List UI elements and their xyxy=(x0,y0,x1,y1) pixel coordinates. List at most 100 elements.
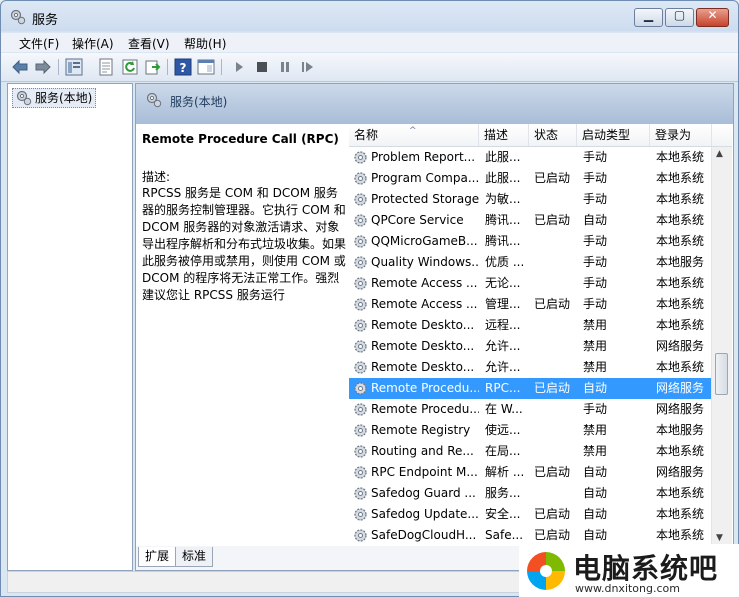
cell-logon: 网络服务 xyxy=(656,339,705,353)
column-header-description[interactable]: 描述 xyxy=(479,124,529,146)
table-row[interactable]: Remote Deskto... 允许... 禁用 本地系统 xyxy=(349,357,711,378)
pause-service-icon[interactable] xyxy=(276,58,294,76)
minimize-icon: ▁ xyxy=(643,8,654,22)
table-row[interactable]: Problem Report... 此服... 手动 本地系统 xyxy=(349,147,711,168)
table-row[interactable]: QPCore Service 腾讯... 已启动 自动 本地系统 xyxy=(349,210,711,231)
cell-status: 已启动 xyxy=(534,213,571,227)
column-header-logon[interactable]: 登录为 xyxy=(650,124,712,146)
cell-logon: 本地系统 xyxy=(656,171,705,185)
toolbar: ? xyxy=(1,53,738,82)
table-row[interactable]: Routing and Re... 在局... 禁用 本地系统 xyxy=(349,441,711,462)
cell-startup-type: 禁用 xyxy=(583,318,608,332)
cell-name: QQMicroGameB... xyxy=(371,234,478,248)
column-logon-label: 登录为 xyxy=(655,128,692,142)
export-list-icon[interactable] xyxy=(144,58,162,76)
console-tree-icon[interactable] xyxy=(65,58,83,76)
column-header-status[interactable]: 状态 xyxy=(529,124,577,146)
console-tree-pane: 服务(本地) xyxy=(7,83,133,571)
table-row[interactable]: Remote Deskto... 远程... 禁用 本地系统 xyxy=(349,315,711,336)
services-icon xyxy=(16,90,32,106)
menu-file[interactable]: 文件(F) xyxy=(19,35,59,52)
windows-logo-icon xyxy=(527,552,565,590)
description-label: 描述: xyxy=(142,170,171,184)
service-gear-icon xyxy=(354,193,367,206)
table-row[interactable]: Quality Windows... 优质 ... 手动 本地服务 xyxy=(349,252,711,273)
minimize-button[interactable]: ▁ xyxy=(634,8,663,27)
cell-logon: 本地系统 xyxy=(656,276,705,290)
cell-name: Quality Windows... xyxy=(371,255,479,269)
table-row[interactable]: Remote Access ... 无论... 手动 本地系统 xyxy=(349,273,711,294)
column-status-label: 状态 xyxy=(534,128,559,142)
cell-startup-type: 手动 xyxy=(583,192,608,206)
cell-status: 已启动 xyxy=(534,528,571,542)
scroll-up-icon[interactable]: ▲ xyxy=(716,149,723,159)
cell-logon: 本地系统 xyxy=(656,486,705,500)
menu-view[interactable]: 查看(V) xyxy=(128,35,170,52)
cell-startup-type: 手动 xyxy=(583,234,608,248)
cell-description: 优质 ... xyxy=(485,255,525,269)
tab-standard[interactable]: 标准 xyxy=(175,547,214,567)
vertical-scrollbar[interactable]: ▲ ▼ xyxy=(711,147,732,545)
service-gear-icon xyxy=(354,340,367,353)
table-row[interactable]: QQMicroGameB... 腾讯... 手动 本地系统 xyxy=(349,231,711,252)
scrollbar-thumb[interactable] xyxy=(715,353,728,395)
table-row[interactable]: Safedog Guard ... 服务... 自动 本地系统 xyxy=(349,483,711,504)
scroll-down-icon[interactable]: ▼ xyxy=(716,533,723,543)
cell-logon: 本地系统 xyxy=(656,297,705,311)
table-row[interactable]: Program Compa... 此服... 已启动 手动 本地系统 xyxy=(349,168,711,189)
cell-description: 服务... xyxy=(485,486,521,500)
tab-extended[interactable]: 扩展 xyxy=(138,547,177,567)
column-desc-label: 描述 xyxy=(484,128,509,142)
watermark: 电脑系统吧 www.dnxitong.com xyxy=(519,544,739,597)
close-button[interactable]: ✕ xyxy=(696,8,729,27)
table-row[interactable]: Remote Procedu... 在 W... 手动 网络服务 xyxy=(349,399,711,420)
cell-name: Problem Report... xyxy=(371,150,476,164)
menu-bar: 文件(F) 操作(A) 查看(V) 帮助(H) xyxy=(1,33,738,52)
show-hide-pane-icon[interactable] xyxy=(197,58,215,76)
table-row[interactable]: Remote Deskto... 允许... 禁用 网络服务 xyxy=(349,336,711,357)
service-gear-icon xyxy=(354,235,367,248)
start-service-icon[interactable] xyxy=(230,58,248,76)
table-row[interactable]: Remote Access ... 管理... 已启动 手动 本地系统 xyxy=(349,294,711,315)
cell-description: 使远... xyxy=(485,423,521,437)
maximize-button[interactable]: ▢ xyxy=(665,8,694,27)
menu-action[interactable]: 操作(A) xyxy=(72,35,114,52)
service-gear-icon xyxy=(354,529,367,542)
column-header-startup-type[interactable]: 启动类型 xyxy=(577,124,650,146)
cell-name: Remote Deskto... xyxy=(371,339,475,353)
table-row[interactable]: SafeDogCloudH... Safe... 已启动 自动 本地系统 xyxy=(349,525,711,545)
title-bar[interactable]: 服务 ▁ ▢ ✕ xyxy=(1,1,738,33)
properties-icon[interactable] xyxy=(97,58,115,76)
stop-service-icon[interactable] xyxy=(253,58,271,76)
menu-help[interactable]: 帮助(H) xyxy=(184,35,226,52)
back-arrow-icon[interactable] xyxy=(11,58,29,76)
cell-description: 在 W... xyxy=(485,402,523,416)
cell-description: RPC... xyxy=(485,381,521,395)
cell-startup-type: 手动 xyxy=(583,402,608,416)
table-row[interactable]: Protected Storage 为敏... 手动 本地系统 xyxy=(349,189,711,210)
table-row[interactable]: RPC Endpoint M... 解析 ... 已启动 自动 网络服务 xyxy=(349,462,711,483)
services-icon xyxy=(146,92,162,108)
window-title: 服务 xyxy=(32,13,59,28)
table-row[interactable]: Remote Registry 使远... 禁用 本地服务 xyxy=(349,420,711,441)
cell-name: Protected Storage xyxy=(371,192,479,206)
column-header-name[interactable]: 名称 ^ xyxy=(349,124,479,146)
table-row[interactable]: Safedog Update... 安全... 已启动 自动 本地系统 xyxy=(349,504,711,525)
tree-item-services-local[interactable]: 服务(本地) xyxy=(12,88,97,108)
cell-name: Remote Procedu... xyxy=(371,402,479,416)
restart-service-icon[interactable] xyxy=(299,58,317,76)
cell-logon: 本地系统 xyxy=(656,192,705,206)
help-icon[interactable]: ? xyxy=(174,58,192,76)
service-gear-icon xyxy=(354,508,367,521)
cell-description: 此服... xyxy=(485,171,521,185)
forward-arrow-icon[interactable] xyxy=(34,58,52,76)
cell-logon: 网络服务 xyxy=(656,465,705,479)
cell-startup-type: 自动 xyxy=(583,486,608,500)
maximize-icon: ▢ xyxy=(673,8,686,22)
cell-name: Routing and Re... xyxy=(371,444,474,458)
table-row[interactable]: Remote Procedu... RPC... 已启动 自动 网络服务 xyxy=(349,378,711,399)
cell-description: 允许... xyxy=(485,339,521,353)
refresh-icon[interactable] xyxy=(121,58,139,76)
cell-description: 腾讯... xyxy=(485,213,521,227)
cell-startup-type: 手动 xyxy=(583,171,608,185)
